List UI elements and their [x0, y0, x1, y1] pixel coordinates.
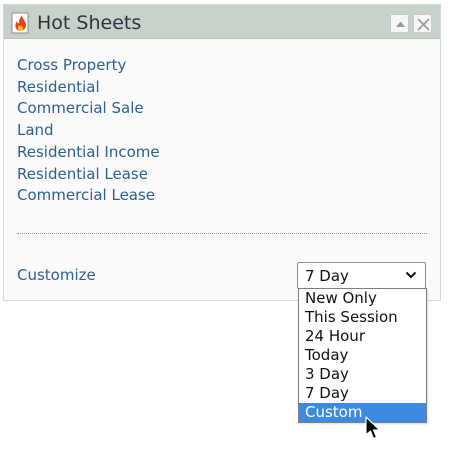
hot-sheets-panel: Hot Sheets Cross Property Residential Co… — [3, 4, 441, 301]
link-commercial-lease[interactable]: Commercial Lease — [17, 185, 160, 207]
hot-sheet-links: Cross Property Residential Commercial Sa… — [17, 55, 160, 207]
option-custom[interactable]: Custom — [299, 403, 426, 422]
chevron-down-icon — [405, 271, 417, 279]
link-cross-property[interactable]: Cross Property — [17, 55, 160, 77]
link-commercial-sale[interactable]: Commercial Sale — [17, 98, 160, 120]
option-this-session[interactable]: This Session — [299, 308, 426, 327]
fire-sheet-icon — [10, 12, 32, 34]
option-new-only[interactable]: New Only — [299, 289, 426, 308]
link-residential-income[interactable]: Residential Income — [17, 142, 160, 164]
link-residential[interactable]: Residential — [17, 77, 160, 99]
time-range-select[interactable]: 7 Day — [297, 262, 426, 289]
option-7-day[interactable]: 7 Day — [299, 384, 426, 403]
collapse-button[interactable] — [390, 14, 409, 33]
mouse-cursor-icon — [365, 416, 381, 440]
panel-header: Hot Sheets — [4, 5, 440, 39]
option-24-hour[interactable]: 24 Hour — [299, 327, 426, 346]
panel-title: Hot Sheets — [37, 12, 142, 34]
divider — [17, 233, 427, 234]
select-value: 7 Day — [305, 267, 349, 285]
customize-link[interactable]: Customize — [17, 265, 96, 285]
link-residential-lease[interactable]: Residential Lease — [17, 164, 160, 186]
triangle-up-icon — [396, 21, 405, 27]
close-button[interactable] — [413, 14, 432, 33]
option-today[interactable]: Today — [299, 346, 426, 365]
time-range-dropdown: New Only This Session 24 Hour Today 3 Da… — [298, 288, 427, 423]
link-land[interactable]: Land — [17, 120, 160, 142]
option-3-day[interactable]: 3 Day — [299, 365, 426, 384]
close-icon — [417, 18, 430, 31]
